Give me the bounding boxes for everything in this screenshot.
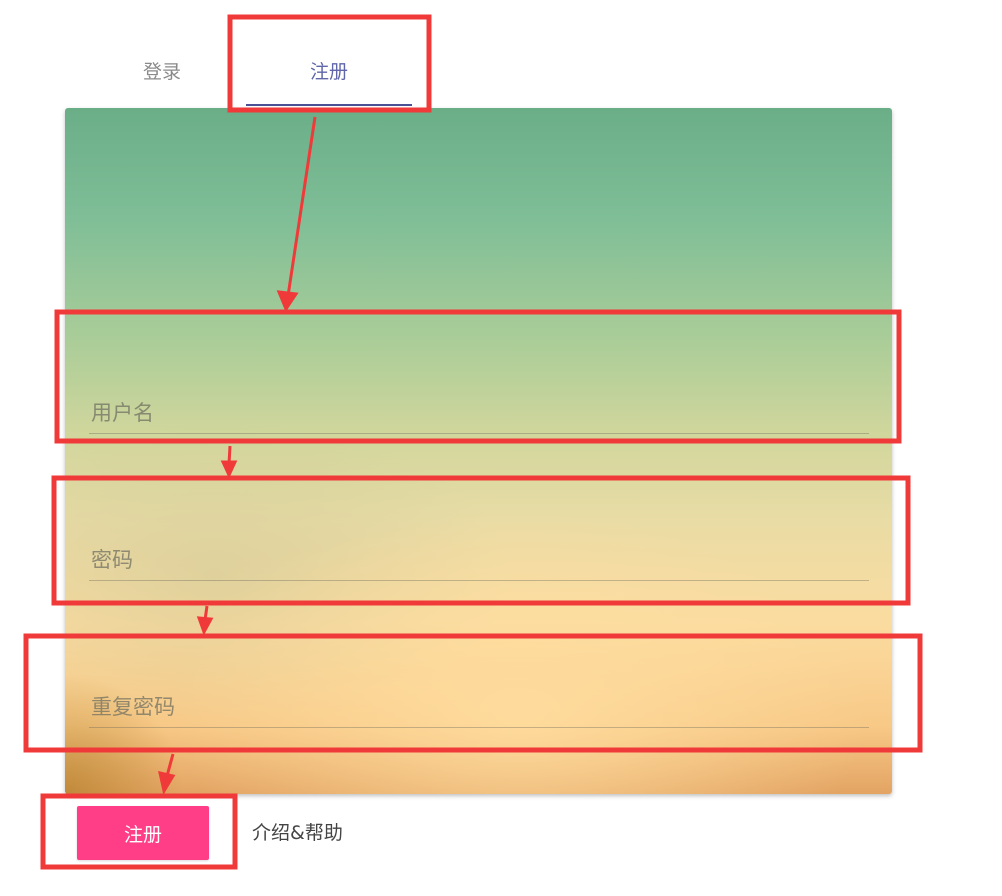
password-field	[89, 540, 869, 581]
register-form-card	[65, 108, 892, 794]
help-link[interactable]: 介绍&帮助	[252, 819, 343, 847]
username-input[interactable]	[89, 393, 869, 433]
active-tab-indicator	[246, 104, 412, 106]
username-field	[89, 393, 869, 434]
password-input[interactable]	[89, 540, 869, 580]
register-button[interactable]: 注册	[77, 806, 209, 860]
repeat-password-field	[89, 687, 869, 728]
repeat-password-input[interactable]	[89, 687, 869, 727]
tab-login[interactable]: 登录	[92, 52, 232, 92]
tab-register[interactable]: 注册	[246, 52, 412, 92]
